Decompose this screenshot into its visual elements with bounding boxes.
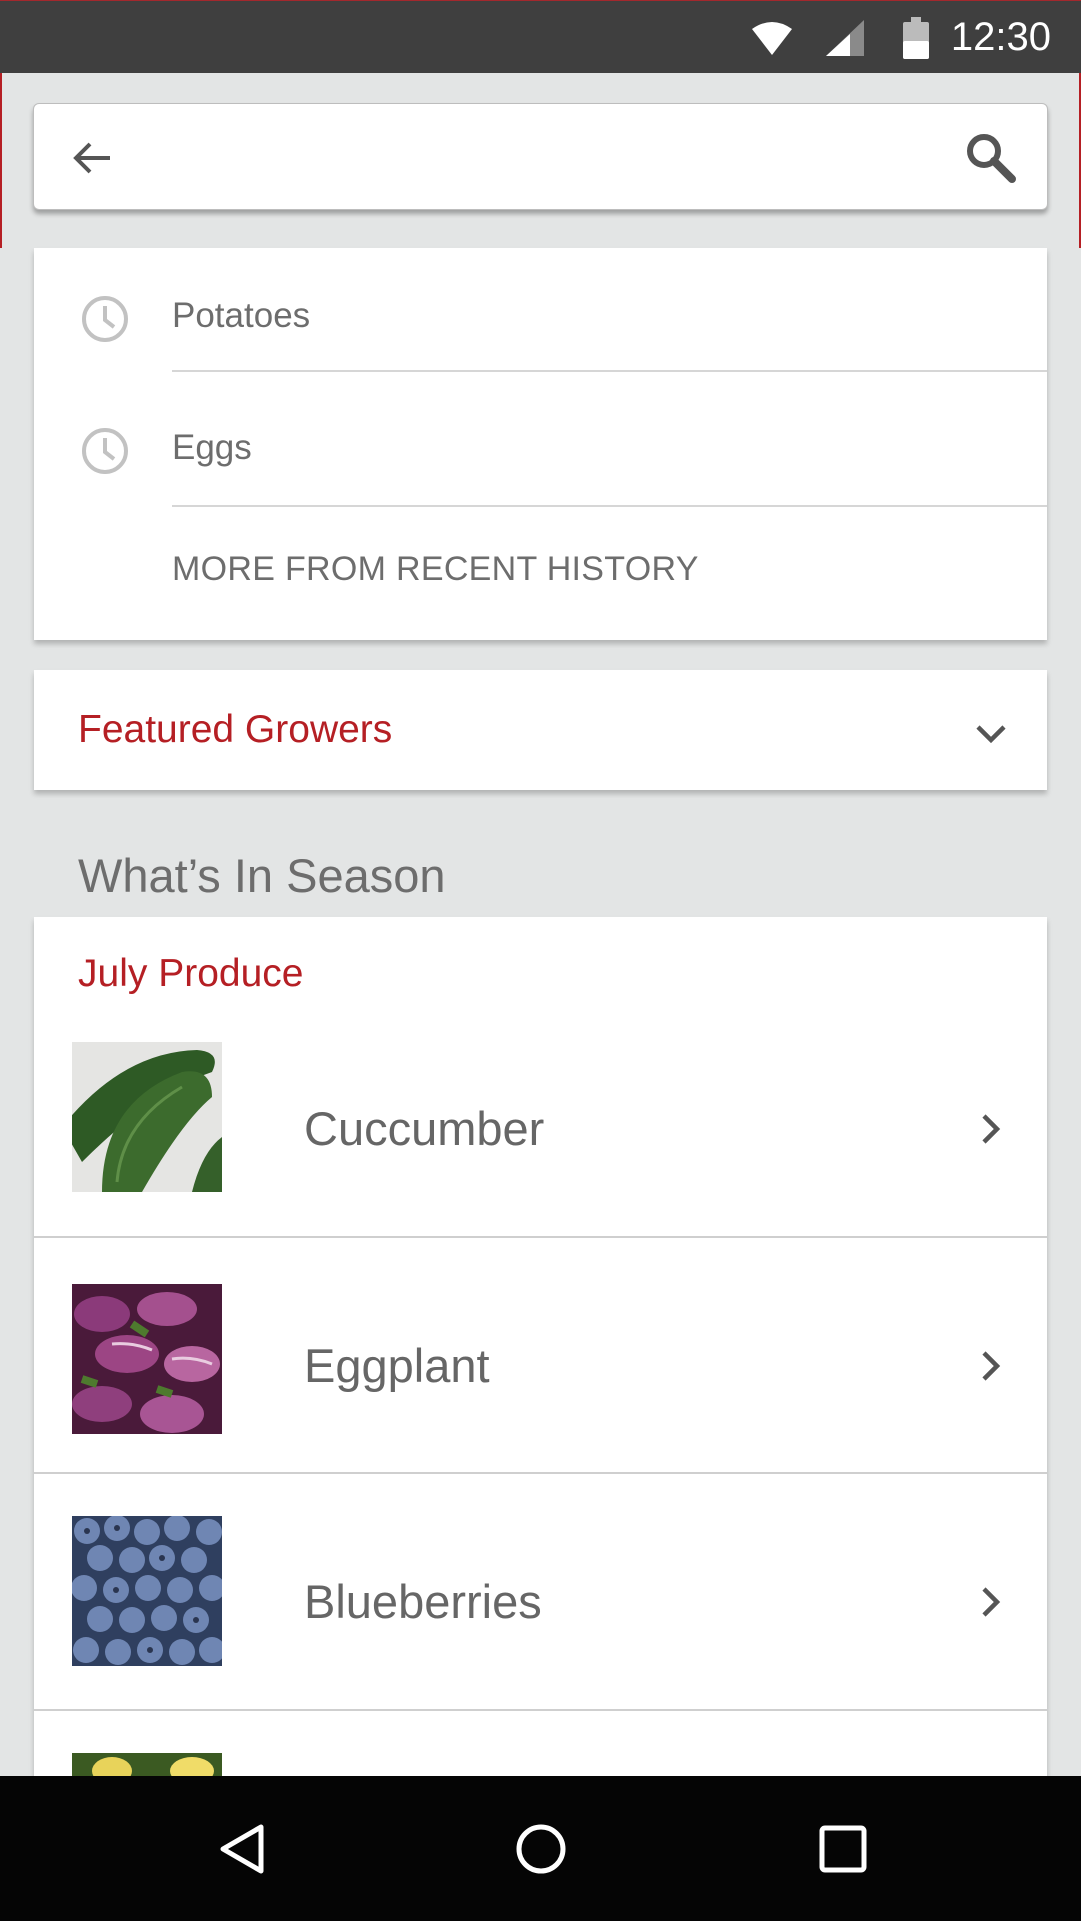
july-produce-card: July Produce Cuccumber Eggplant Blueberr… (34, 917, 1047, 1777)
corn-image (72, 1753, 222, 1777)
wifi-icon (752, 1, 792, 74)
recents-square-icon[interactable] (812, 1818, 874, 1880)
chevron-right-icon (971, 1109, 1011, 1149)
history-item-label: Eggs (172, 428, 252, 467)
history-item-label: Potatoes (172, 296, 311, 335)
arrow-left-icon[interactable] (64, 130, 120, 186)
status-time: 12:30 (950, 15, 1051, 59)
divider (172, 370, 1047, 372)
produce-item-corn[interactable] (34, 1711, 1047, 1777)
search-bar (33, 103, 1048, 210)
search-input[interactable] (144, 124, 964, 190)
produce-item-blueberries[interactable]: Blueberries (34, 1474, 1047, 1711)
recent-history-card: Potatoes Eggs MORE FROM RECENT HISTORY (34, 248, 1047, 640)
history-item[interactable]: Eggs (34, 373, 1047, 508)
cucumber-image (72, 1042, 222, 1192)
back-triangle-icon[interactable] (210, 1818, 272, 1880)
produce-card-title: July Produce (78, 952, 304, 995)
produce-item-name: Cuccumber (304, 1102, 545, 1155)
featured-growers-card[interactable]: Featured Growers (34, 670, 1047, 790)
cell-signal-icon (826, 1, 864, 74)
produce-item-name: Eggplant (304, 1339, 490, 1392)
chevron-down-icon[interactable] (971, 714, 1011, 754)
navigation-bar (0, 1776, 1081, 1921)
battery-icon (903, 1, 929, 74)
chevron-right-icon (971, 1582, 1011, 1622)
whats-in-season-heading: What’s In Season (78, 849, 446, 902)
produce-item-name: Blueberries (304, 1575, 542, 1628)
clock-icon (80, 294, 130, 344)
eggplant-image (72, 1284, 222, 1434)
accent-edge-left (0, 73, 2, 248)
clock-icon (80, 426, 130, 476)
produce-item-cucumber[interactable]: Cuccumber (34, 1017, 1047, 1238)
home-circle-icon[interactable] (510, 1818, 572, 1880)
blueberries-image (72, 1516, 222, 1666)
produce-item-eggplant[interactable]: Eggplant (34, 1238, 1047, 1474)
chevron-right-icon (971, 1346, 1011, 1386)
more-history-link[interactable]: MORE FROM RECENT HISTORY (172, 550, 699, 589)
featured-growers-title: Featured Growers (78, 708, 393, 751)
search-icon[interactable] (959, 126, 1021, 188)
divider (172, 505, 1047, 507)
history-item[interactable]: Potatoes (34, 248, 1047, 373)
status-bar: 12:30 (0, 0, 1081, 73)
